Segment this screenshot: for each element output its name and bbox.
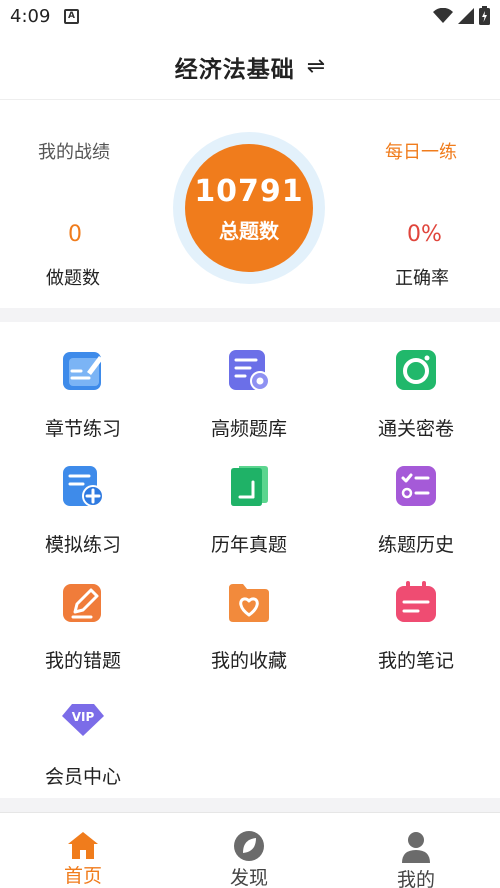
- menu-item-favorites[interactable]: 我的收藏: [166, 554, 332, 672]
- battery-icon: [479, 6, 490, 25]
- menu-item-label: 我的笔记: [377, 650, 454, 672]
- switch-subject-icon[interactable]: ⇌: [307, 54, 325, 79]
- home-icon: [68, 832, 98, 859]
- total-questions-count: 10791: [194, 174, 304, 209]
- signal-icon: [458, 7, 474, 24]
- menu-item-label: 通关密卷: [377, 418, 454, 440]
- menu-item-label: 模拟练习: [44, 534, 121, 556]
- menu-item-mock-practice[interactable]: 模拟练习: [0, 438, 166, 556]
- menu-item-label: 我的错题: [44, 650, 121, 672]
- chapter-practice-icon: [63, 352, 103, 390]
- favorites-icon: [229, 584, 269, 622]
- accuracy-value: 0%: [407, 222, 442, 247]
- app-header: 经济法基础 ⇌: [0, 34, 500, 100]
- secret-paper-icon: [396, 350, 436, 390]
- menu-item-secret-paper[interactable]: 通关密卷: [333, 322, 499, 440]
- practice-history-icon: [396, 466, 436, 506]
- svg-text:VIP: VIP: [72, 710, 95, 724]
- status-bar: 4:09 A: [0, 0, 500, 34]
- mock-practice-icon: [63, 466, 104, 507]
- menu-item-label: 高频题库: [210, 418, 287, 440]
- tab-label: 发现: [229, 867, 268, 888]
- done-count: 0: [68, 222, 82, 247]
- accuracy-label: 正确率: [395, 268, 449, 289]
- menu-item-chapter-practice[interactable]: 章节练习: [0, 322, 166, 440]
- done-label: 做题数: [46, 268, 100, 289]
- daily-practice-link[interactable]: 每日一练: [385, 138, 457, 164]
- tab-label: 首页: [63, 865, 102, 887]
- status-time: 4:09: [10, 6, 51, 27]
- notes-icon: [396, 581, 436, 622]
- high-frequency-icon: [229, 350, 270, 391]
- total-questions-label: 总题数: [219, 219, 279, 243]
- notification-icon: A: [64, 9, 79, 24]
- stats-panel: 我的战绩 每日一练 0 做题数 0% 正确率 10791 总题数: [0, 100, 500, 308]
- menu-item-past-exams[interactable]: 历年真题: [166, 438, 332, 556]
- menu-item-label: 练题历史: [377, 534, 454, 556]
- wifi-icon: [433, 7, 453, 23]
- my-record-label: 我的战绩: [38, 142, 110, 163]
- page-title: 经济法基础: [174, 56, 295, 83]
- tab-discover[interactable]: 发现: [166, 813, 332, 888]
- menu-item-label: 会员中心: [44, 766, 121, 788]
- tab-home[interactable]: 首页: [0, 813, 166, 888]
- past-exams-icon: [231, 466, 268, 506]
- menu-item-vip-center[interactable]: VIP 会员中心: [0, 670, 166, 788]
- tab-profile[interactable]: 我的: [333, 813, 499, 888]
- menu-item-label: 历年真题: [210, 534, 287, 556]
- feature-grid: 章节练习 高频题库 通关密卷 模拟练习 历年真题 练题历史 我的错题 我的收藏 …: [0, 322, 500, 798]
- menu-item-wrong-questions[interactable]: 我的错题: [0, 554, 166, 672]
- discover-icon: [234, 831, 264, 861]
- menu-item-label: 章节练习: [44, 418, 121, 440]
- vip-icon: VIP: [62, 704, 104, 736]
- menu-item-notes[interactable]: 我的笔记: [333, 554, 499, 672]
- tab-label: 我的: [396, 869, 435, 888]
- system-icons: [433, 6, 490, 25]
- total-questions-circle: 10791 总题数: [185, 144, 313, 272]
- menu-item-practice-history[interactable]: 练题历史: [333, 438, 499, 556]
- bottom-tab-bar: 首页 发现 我的: [0, 812, 500, 888]
- wrong-questions-icon: [63, 584, 101, 622]
- menu-item-high-frequency[interactable]: 高频题库: [166, 322, 332, 440]
- menu-item-label: 我的收藏: [210, 650, 287, 672]
- total-questions-ring: 10791 总题数: [173, 132, 325, 284]
- profile-icon: [402, 832, 430, 863]
